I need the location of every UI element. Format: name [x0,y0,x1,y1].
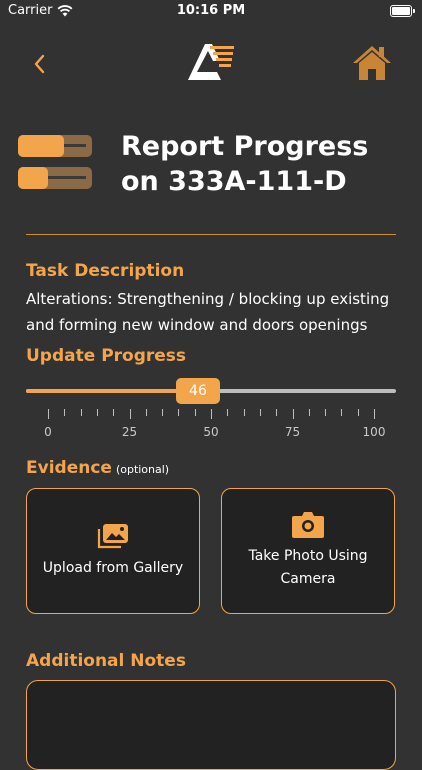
slider-tick [194,409,196,416]
slider-tick [48,409,49,419]
back-button[interactable] [28,52,52,76]
slider-tick [341,409,343,416]
slider-tick [308,409,310,416]
slider-tick [64,409,66,416]
slider-tick [113,409,115,416]
app-logo [188,44,234,80]
page-header: Report Progress on 333A-111-D [0,125,422,205]
slider-tick [243,409,245,416]
slider-fill [26,389,198,393]
additional-notes-label: Additional Notes [26,651,186,671]
status-time: 10:16 PM [176,3,246,18]
header-divider [26,234,396,235]
home-button[interactable] [352,44,392,82]
slider-tick [211,409,212,419]
slider-tick [325,409,327,416]
slider-tick [80,409,82,416]
camera-icon [292,512,324,538]
slider-tick-label: 100 [362,425,386,439]
take-photo-button[interactable]: Take Photo Using Camera [221,488,395,614]
slider-tick [292,409,294,419]
battery-icon [390,5,415,17]
additional-notes-input[interactable] [26,680,396,770]
upload-gallery-label: Upload from Gallery [42,559,184,576]
task-description-label: Task Description [26,261,185,281]
nav-bar [0,38,422,88]
slider-tick [357,409,359,416]
slider-tick [129,409,131,419]
slider-tick-label: 25 [121,425,138,439]
home-icon [353,46,391,80]
chevron-left-icon [34,54,45,74]
evidence-label: Evidence (optional) [26,458,169,478]
slider-tick [145,409,147,416]
evidence-optional: (optional) [115,463,170,476]
slider-tick-label: 50 [203,425,219,439]
progress-slider[interactable]: 46 0 25 50 75 100 [26,376,396,446]
slider-tick [162,409,164,416]
task-description-text: Alterations: Strengthening / blocking up… [26,290,390,334]
evidence-title: Evidence [26,458,112,478]
page-title: Report Progress on 333A-111-D [121,131,369,197]
slider-tick [96,409,98,416]
slider-thumb[interactable]: 46 [175,378,220,404]
progress-bars-icon [18,135,92,189]
status-bar: Carrier 10:16 PM [0,0,422,22]
update-progress-label: Update Progress [26,346,187,366]
slider-tick-label: 0 [44,425,52,439]
upload-gallery-button[interactable]: Upload from Gallery [26,488,200,614]
take-photo-label: Take Photo Using Camera [248,548,368,587]
slider-tick [178,409,180,416]
slider-tick [227,409,229,416]
gallery-icon [97,523,128,548]
slider-tick-label: 75 [284,425,301,439]
slider-tick [259,409,261,416]
slider-tick [276,409,278,416]
slider-tick [374,409,375,419]
